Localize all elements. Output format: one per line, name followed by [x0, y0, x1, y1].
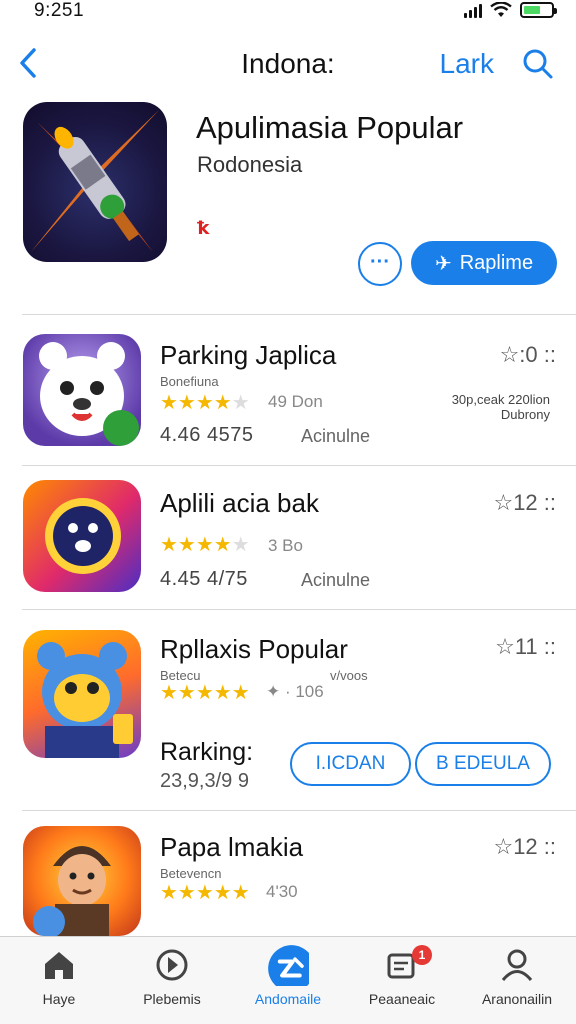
app-meta: 4.45 4/75	[160, 568, 248, 590]
profile-icon	[501, 949, 533, 981]
status-bar: 9:251	[0, 0, 576, 24]
wifi-icon	[490, 2, 512, 17]
featured-app-icon[interactable]	[23, 102, 167, 262]
rank-indicator: ☆12 ::	[493, 490, 556, 515]
row-extra-line: 30p,ceak 220lion	[451, 392, 550, 407]
app-icon[interactable]	[23, 334, 141, 446]
app-icon[interactable]	[23, 630, 141, 758]
app-developer: Betevencn	[160, 866, 222, 881]
featured-title: Apulimasia Popular	[196, 110, 464, 145]
rank-indicator: ☆11 ::	[495, 634, 556, 659]
ranking-label: Rarking:	[160, 738, 254, 766]
row-extra-line: Dubrony	[500, 407, 550, 422]
status-time: 9:251	[34, 0, 85, 21]
app-icon[interactable]	[23, 480, 141, 592]
tab-home[interactable]: Haye	[9, 937, 109, 1024]
featured-subtitle: Rodonesia	[197, 152, 303, 177]
rank-indicator: ☆12 ::	[493, 834, 556, 859]
app-name[interactable]: Parking Japlica	[160, 340, 336, 371]
star-rating: ★★★★★	[160, 392, 250, 414]
tab-explore[interactable]: Plebemis	[122, 937, 222, 1024]
divider	[22, 810, 576, 811]
tab-apps[interactable]: Andomaile	[238, 937, 338, 1024]
navigation-bar: Indona: Lark	[0, 40, 576, 90]
home-icon	[45, 952, 73, 979]
tab-notifications[interactable]: 1 Peaaneaic	[352, 937, 452, 1024]
rating-count: 49 Don	[268, 392, 323, 411]
rating-count: 3 Bo	[268, 536, 303, 555]
star-rating: ★★★★★	[160, 882, 250, 904]
app-meta: 4.46 4575	[160, 424, 254, 446]
star-rating: ★★★★★	[160, 682, 250, 704]
divider	[22, 465, 576, 466]
divider	[22, 314, 576, 315]
tab-profile[interactable]: Aranonailin	[467, 937, 567, 1024]
app-category: Acinulne	[301, 570, 371, 590]
cellular-signal-icon	[464, 4, 482, 18]
search-icon[interactable]	[520, 46, 556, 82]
battery-icon	[520, 2, 557, 18]
more-options-button[interactable]: ···	[358, 242, 402, 286]
plane-icon: ✈	[434, 252, 452, 275]
rating-count: 4'30	[266, 882, 298, 901]
app-name[interactable]: Papa lmakia	[160, 832, 303, 863]
status-icons	[464, 2, 557, 18]
app-category: Acinulne	[301, 426, 371, 446]
secondary-button[interactable]: B EDEULA	[415, 742, 551, 786]
row-extra-info: 30p,ceak 220lion Dubrony	[452, 392, 550, 422]
featured-mark: ꝁ	[197, 218, 210, 238]
tab-label: Haye	[42, 991, 76, 1007]
tab-bar: Haye Plebemis Andomaile 1 Peaaneaic Aran…	[0, 936, 576, 1024]
app-developer: Bonefiuna	[160, 374, 219, 389]
secondary-button[interactable]: I.ICDAN	[290, 742, 411, 786]
notification-badge: 1	[412, 945, 432, 965]
ranking-value: 23,9,3/9 9	[160, 770, 249, 792]
star-rating: ★★★★★	[160, 534, 250, 556]
tab-label: Peaaneaic	[368, 991, 436, 1007]
primary-action-button[interactable]: ✈ Raplime	[411, 241, 557, 285]
tab-label: Andomaile	[254, 991, 322, 1007]
rank-indicator: ☆:0 ::	[499, 342, 556, 367]
app-developer-extra: v/voos	[330, 668, 368, 683]
primary-action-label: Raplime	[459, 251, 534, 274]
app-icon[interactable]	[23, 826, 141, 936]
apps-icon	[268, 945, 309, 986]
tab-label: Aranonailin	[481, 991, 553, 1007]
tab-label: Plebemis	[143, 991, 201, 1007]
divider	[22, 609, 576, 610]
nav-link[interactable]: Lark	[440, 48, 494, 80]
app-name[interactable]: Rpllaxis Popular	[160, 634, 348, 665]
app-name[interactable]: Aplili acia bak	[160, 488, 319, 519]
compass-icon	[156, 949, 188, 981]
rating-count: ✦ · 106	[266, 682, 324, 701]
